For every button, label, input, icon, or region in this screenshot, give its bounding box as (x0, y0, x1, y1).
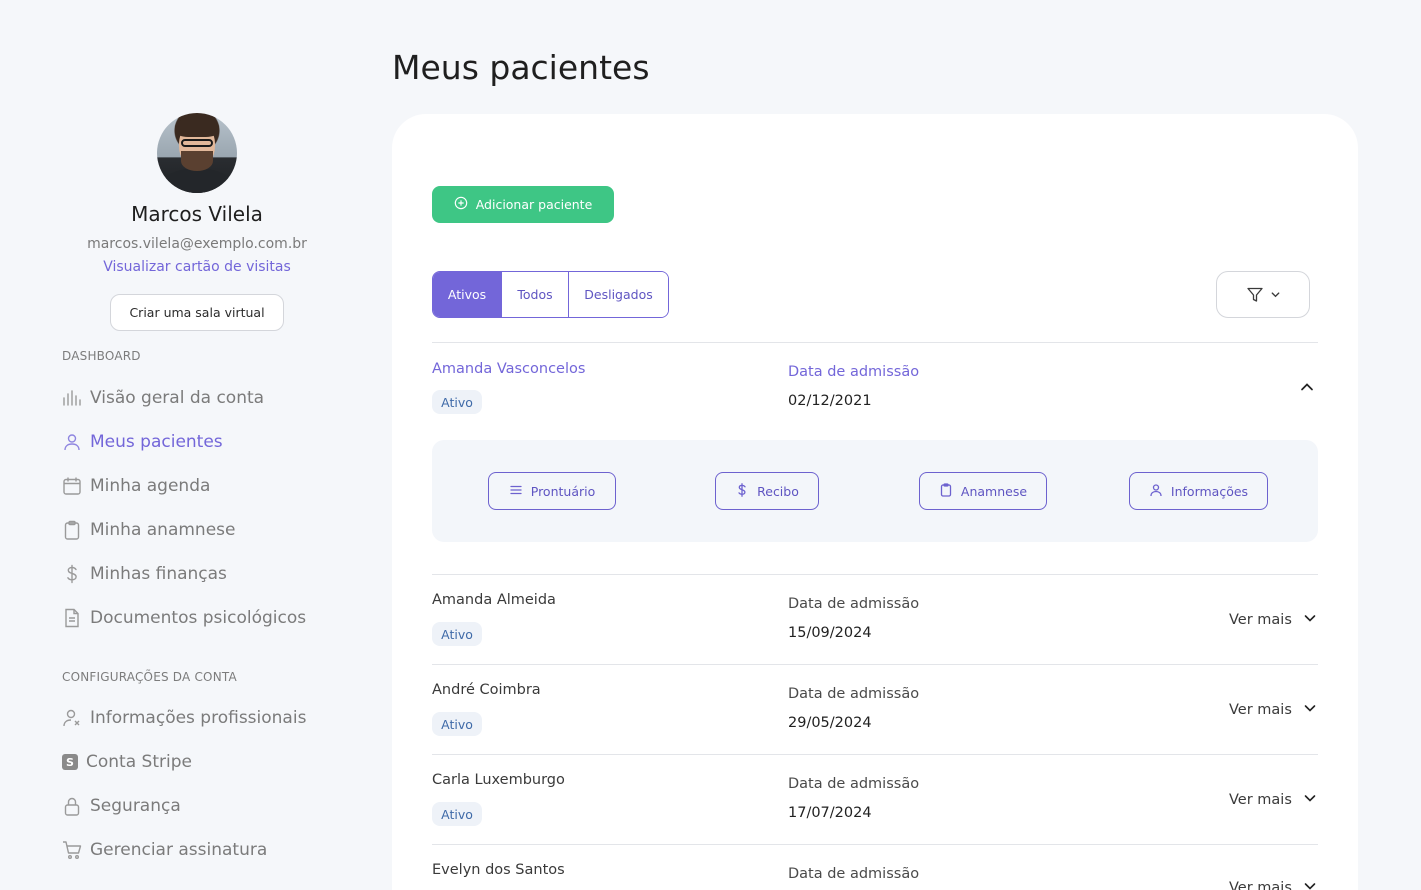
stripe-icon: S (62, 752, 78, 772)
tab-ativos[interactable]: Ativos (433, 272, 502, 317)
bar-chart-icon (62, 388, 82, 408)
see-more-toggle[interactable]: Ver mais (1229, 700, 1318, 720)
chevron-down-icon (1302, 878, 1318, 890)
sidebar-item-label: Visão geral da conta (90, 388, 265, 408)
patient-info-button[interactable]: Informações (1129, 472, 1268, 510)
lock-icon (62, 796, 82, 816)
calendar-icon (62, 476, 82, 496)
dollar-icon (62, 564, 82, 584)
see-more-label: Ver mais (1229, 612, 1292, 628)
clipboard-icon (62, 520, 82, 540)
medical-record-button[interactable]: Prontuário (488, 472, 616, 510)
anamnesis-button[interactable]: Anamnese (919, 472, 1047, 510)
divider (432, 844, 1318, 845)
divider (432, 342, 1318, 343)
admission-label: Data de admissão (788, 364, 920, 380)
divider (432, 664, 1318, 665)
cart-icon (62, 840, 82, 860)
see-more-toggle[interactable]: Ver mais (1229, 610, 1318, 630)
receipt-button[interactable]: Recibo (715, 472, 819, 510)
clipboard-icon (939, 482, 953, 500)
admission-date: 15/09/2024 (788, 625, 872, 641)
receipt-label: Recibo (757, 483, 799, 499)
admission-label: Data de admissão (788, 866, 920, 882)
see-more-toggle[interactable]: Ver mais (1229, 878, 1318, 890)
sidebar: Marcos Vilela marcos.vilela@exemplo.com.… (0, 0, 392, 890)
patient-name[interactable]: Carla Luxemburgo (432, 772, 565, 788)
chevron-down-icon (1302, 700, 1318, 720)
list-icon (509, 483, 523, 500)
sidebar-item-subscription[interactable]: Gerenciar assinatura (62, 838, 267, 862)
admission-label: Data de admissão (788, 686, 920, 702)
sidebar-item-label: Minhas finanças (90, 564, 227, 584)
sidebar-item-label: Documentos psicológicos (90, 608, 307, 628)
medical-record-label: Prontuário (530, 483, 596, 499)
patient-name[interactable]: Amanda Vasconcelos (432, 361, 585, 377)
filter-icon (1246, 286, 1264, 304)
sidebar-item-professional-info[interactable]: Informações profissionais (62, 706, 306, 730)
profile-name: Marcos Vilela (131, 202, 263, 226)
patient-name[interactable]: André Coimbra (432, 682, 541, 698)
chevron-down-icon (1270, 289, 1281, 300)
svg-text:S: S (66, 756, 74, 769)
see-more-label: Ver mais (1229, 792, 1292, 808)
patient-name[interactable]: Evelyn dos Santos (432, 862, 565, 878)
admission-label: Data de admissão (788, 596, 920, 612)
sidebar-item-finances[interactable]: Minhas finanças (62, 562, 227, 586)
sidebar-item-label: Conta Stripe (86, 752, 192, 772)
sidebar-item-label: Segurança (90, 796, 181, 816)
status-badge: Ativo (432, 390, 482, 414)
chevron-down-icon (1302, 610, 1318, 630)
status-badge: Ativo (432, 802, 482, 826)
sidebar-item-label: Informações profissionais (90, 708, 307, 728)
tab-desligados[interactable]: Desligados (569, 272, 668, 317)
sidebar-item-documents[interactable]: Documentos psicológicos (62, 606, 306, 630)
dollar-icon (735, 482, 749, 500)
dashboard-section-label: DASHBOARD (62, 349, 141, 363)
admission-date: 02/12/2021 (788, 393, 872, 409)
sidebar-item-patients[interactable]: Meus pacientes (62, 430, 223, 454)
filter-button[interactable] (1216, 271, 1310, 318)
sidebar-item-agenda[interactable]: Minha agenda (62, 474, 210, 498)
divider (432, 754, 1318, 755)
avatar (157, 113, 237, 193)
settings-section-label: CONFIGURAÇÕES DA CONTA (62, 670, 237, 684)
status-badge: Ativo (432, 712, 482, 736)
sidebar-item-label: Meus pacientes (90, 432, 223, 452)
profile-email: marcos.vilela@exemplo.com.br (87, 236, 307, 252)
sidebar-item-stripe[interactable]: S Conta Stripe (62, 750, 192, 774)
patient-info-label: Informações (1170, 483, 1249, 499)
patient-name[interactable]: Amanda Almeida (432, 592, 556, 608)
see-more-label: Ver mais (1229, 880, 1292, 890)
see-more-label: Ver mais (1229, 702, 1292, 718)
admission-date: 29/05/2024 (788, 715, 872, 731)
business-card-link[interactable]: Visualizar cartão de visitas (0, 259, 394, 275)
anamnesis-label: Anamnese (960, 483, 1028, 499)
create-virtual-room-button[interactable]: Criar uma sala virtual (110, 294, 284, 331)
add-patient-label: Adicionar paciente (475, 197, 593, 212)
status-tabs: Ativos Todos Desligados (432, 271, 669, 318)
plus-circle-icon (454, 196, 468, 213)
sidebar-item-label: Gerenciar assinatura (90, 840, 268, 860)
status-badge: Ativo (432, 622, 482, 646)
page-title: Meus pacientes (392, 48, 650, 87)
sidebar-item-label: Minha anamnese (90, 520, 236, 540)
divider (432, 574, 1318, 575)
user-icon (62, 432, 82, 452)
sidebar-item-security[interactable]: Segurança (62, 794, 181, 818)
admission-date: 17/07/2024 (788, 805, 872, 821)
see-more-toggle[interactable]: Ver mais (1229, 790, 1318, 810)
chevron-up-icon[interactable] (1298, 378, 1316, 396)
add-patient-button[interactable]: Adicionar paciente (432, 186, 614, 223)
document-icon (62, 608, 82, 628)
chevron-down-icon (1302, 790, 1318, 810)
user-icon (1149, 483, 1163, 500)
user-settings-icon (62, 708, 82, 728)
admission-label: Data de admissão (788, 776, 920, 792)
sidebar-item-label: Minha agenda (90, 476, 211, 496)
sidebar-item-overview[interactable]: Visão geral da conta (62, 386, 264, 410)
tab-todos[interactable]: Todos (502, 272, 569, 317)
sidebar-item-anamnesis[interactable]: Minha anamnese (62, 518, 235, 542)
